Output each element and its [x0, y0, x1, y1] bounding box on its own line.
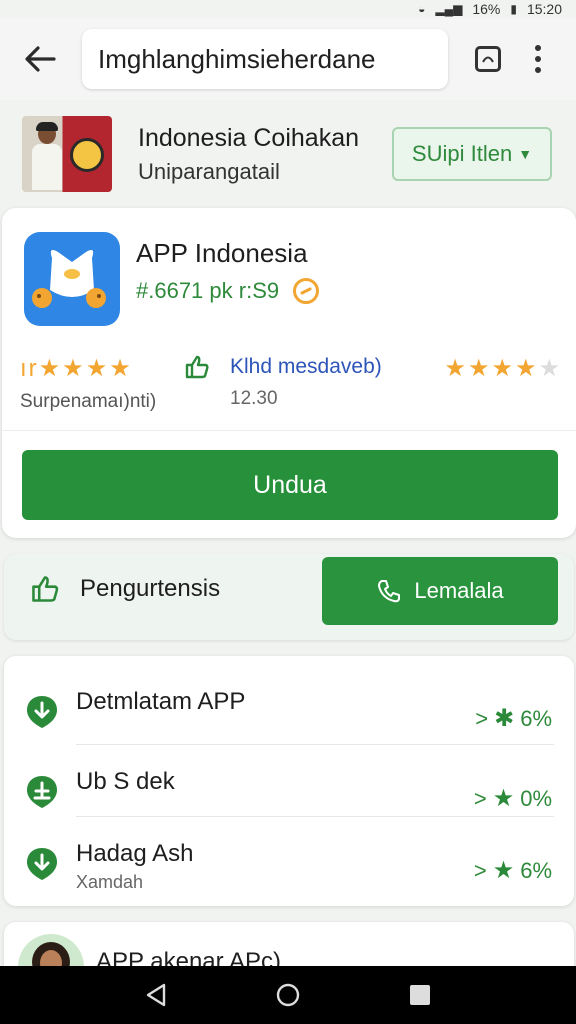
- browser-toolbar: Imghlanghimsieherdane: [0, 18, 576, 100]
- list-item-percent: 6%: [520, 857, 552, 883]
- menu-dot-icon: [535, 56, 541, 62]
- divider: [2, 430, 576, 431]
- star-rating: ★★★★★: [444, 354, 562, 383]
- chevron-right-icon: >: [475, 705, 489, 731]
- app-icon[interactable]: [24, 232, 120, 326]
- list-item[interactable]: Hadag Ash Xamdah > ★ 6%: [4, 816, 574, 892]
- menu-dot-icon: [535, 45, 541, 51]
- star-icon: ✱: [494, 705, 515, 732]
- battery-icon: ▮: [510, 2, 517, 16]
- star-icon: ★: [492, 857, 515, 884]
- battery-level: 16%: [472, 1, 501, 17]
- verified-badge-icon: [293, 278, 320, 304]
- app-name: APP Indonesia: [136, 238, 308, 268]
- signal-icon: ▂▄▆: [435, 2, 463, 16]
- url-bar[interactable]: Imghlanghimsieherdane: [82, 29, 448, 89]
- like-action[interactable]: Pengurtensis: [30, 574, 220, 604]
- chevron-right-icon: >: [473, 857, 487, 883]
- likes-value: 12.30: [230, 388, 278, 409]
- action-card: Pengurtensis Lemalala: [4, 554, 574, 640]
- phone-icon: [378, 580, 401, 603]
- square-recents-icon: [410, 985, 430, 1005]
- rating-stars: ır★★★★: [20, 355, 133, 382]
- rating-stat: ır★★★★ Surpenamaı)nti): [20, 354, 156, 413]
- list-item-value: > ✱ 6%: [475, 704, 552, 733]
- likes-stat: Klhd mesdaveb) 12.30: [184, 354, 382, 410]
- app-meta: #.6671 pk r:S9: [136, 278, 320, 304]
- clock: 15:20: [526, 1, 562, 17]
- status-bar: ◒ ▂▄▆ 16% ▮ 15:20: [0, 0, 576, 18]
- download-button[interactable]: Undua: [22, 450, 558, 520]
- publisher-row: Indonesia Coihakan Uniparangatail SUipi …: [0, 104, 576, 204]
- publisher-select[interactable]: SUipi Itlen ▼: [392, 127, 552, 181]
- app-meta-text: #.6671 pk r:S9: [136, 278, 280, 303]
- nav-home-button[interactable]: [268, 975, 308, 1015]
- list-item-value: > ★ 6%: [474, 856, 552, 885]
- list-item[interactable]: Detmlatam APP > ✱ 6%: [4, 664, 574, 736]
- stats-row: ır★★★★ Surpenamaı)nti) Klhd mesdaveb) 12…: [20, 354, 562, 418]
- thumbs-up-icon: [185, 355, 209, 379]
- download-icon: [27, 696, 57, 728]
- nav-recents-button[interactable]: [400, 975, 440, 1015]
- star-on-icons: ★★★★: [444, 355, 539, 382]
- likes-label: Klhd mesdaveb): [230, 355, 382, 378]
- publisher-subtitle: Uniparangatail: [138, 158, 280, 184]
- rating-label: Surpenamaı)nti): [20, 391, 157, 412]
- list-item-value: > ★ 0%: [474, 784, 552, 813]
- url-text: Imghlanghimsieherdane: [98, 43, 376, 74]
- back-button[interactable]: [14, 33, 66, 85]
- version-list: Detmlatam APP > ✱ 6% Ub S dek > ★ 0% Had…: [4, 656, 574, 906]
- list-item-title: Ub S dek: [76, 768, 175, 795]
- list-item-title: Detmlatam APP: [76, 688, 246, 715]
- star-icon: ★: [492, 785, 515, 812]
- system-nav-bar: [0, 966, 576, 1024]
- menu-dot-icon: [535, 67, 541, 73]
- chevron-right-icon: >: [473, 785, 487, 811]
- back-arrow-icon: [25, 46, 56, 72]
- tabs-button[interactable]: [462, 33, 514, 85]
- publisher-title: Indonesia Coihakan: [138, 123, 359, 152]
- caret-down-icon: ▼: [518, 146, 533, 162]
- publisher-select-label: SUipi Itlen: [411, 141, 513, 166]
- list-item-percent: 0%: [520, 785, 552, 811]
- download-button-label: Undua: [253, 470, 327, 499]
- download-icon: [27, 848, 57, 880]
- nav-back-button[interactable]: [136, 975, 176, 1015]
- list-item-title: Hadag Ash: [76, 840, 194, 867]
- call-button[interactable]: Lemalala: [322, 557, 558, 625]
- call-button-label: Lemalala: [414, 578, 504, 603]
- list-item-subtitle: Xamdah: [76, 872, 144, 892]
- app-card: APP Indonesia #.6671 pk r:S9 ır★★★★ Surp…: [2, 208, 576, 538]
- like-action-label: Pengurtensis: [80, 575, 221, 602]
- publisher-thumbnail[interactable]: [22, 116, 112, 192]
- star-off-icon: ★: [538, 355, 562, 382]
- wifi-icon: ◒: [418, 2, 426, 16]
- download-icon: [27, 776, 57, 808]
- list-item[interactable]: Ub S dek > ★ 0%: [4, 744, 574, 816]
- triangle-back-icon: [146, 983, 166, 1007]
- tab-switcher-icon: [475, 46, 501, 72]
- circle-home-icon: [276, 983, 300, 1007]
- list-item-percent: 6%: [520, 705, 552, 731]
- overflow-menu-button[interactable]: [520, 33, 556, 85]
- thumbs-up-icon: [32, 576, 59, 602]
